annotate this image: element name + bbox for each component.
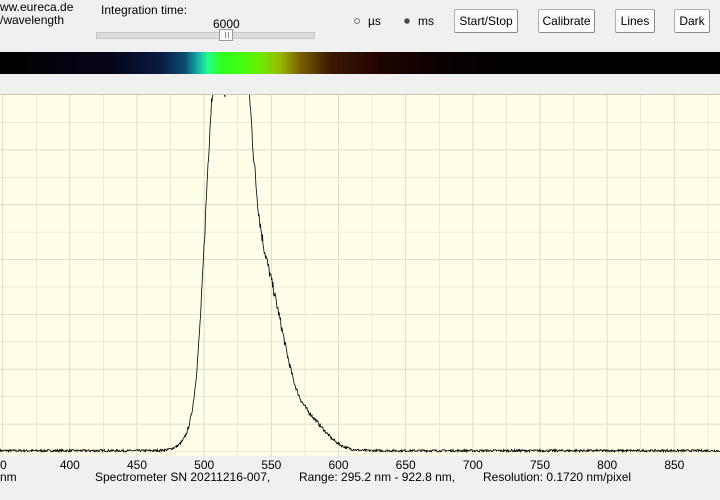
resolution-text: Resolution: 0.1720 nm/pixel (483, 470, 632, 484)
start-stop-button[interactable]: Start/Stop (454, 9, 518, 33)
toolbar: ww.eureca.de /wavelength Integration tim… (0, 0, 720, 52)
spectrum-line (0, 95, 720, 454)
spectrum-plot[interactable] (0, 94, 720, 457)
site-url-text: ww.eureca.de (0, 0, 74, 14)
page-path-text: /wavelength (0, 13, 65, 27)
radio-unselected-icon (354, 18, 360, 24)
dark-button[interactable]: Dark (674, 9, 710, 33)
x-axis-tick-labels: 0 400 450 500 550 600 650 700 750 800 850 (0, 456, 720, 472)
integration-time-slider-thumb[interactable] (219, 29, 233, 41)
calibrate-button[interactable]: Calibrate (538, 9, 595, 33)
unit-radio-ms-label: ms (418, 14, 434, 28)
unit-radio-ms[interactable]: ms (404, 14, 434, 28)
unit-radio-us[interactable]: µs (354, 14, 381, 28)
status-bar: nm Spectrometer SN 20211216-007, Range: … (0, 470, 720, 484)
spectrum-color-bar (0, 52, 720, 74)
integration-time-label: Integration time: (101, 3, 188, 17)
serial-number-text: Spectrometer SN 20211216-007, (95, 470, 271, 484)
lines-button[interactable]: Lines (615, 9, 655, 33)
range-text: Range: 295.2 nm - 922.8 nm, (299, 470, 456, 484)
integration-time-slider[interactable] (96, 32, 315, 39)
separator-strip (0, 74, 720, 94)
unit-radio-us-label: µs (368, 14, 381, 28)
unit-text: nm (0, 470, 17, 484)
radio-selected-icon (404, 18, 410, 24)
spectrum-chart-svg (0, 95, 720, 457)
